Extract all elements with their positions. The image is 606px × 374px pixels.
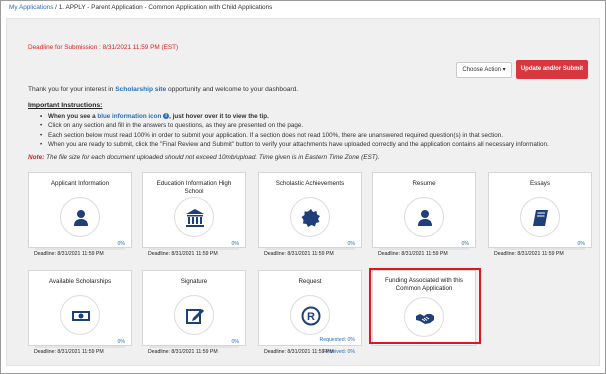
instruction-item: When you see a blue information icon i, … [40,112,602,122]
update-submit-button[interactable]: Update and/or Submit [516,60,588,79]
breadcrumb: My Applications / 1. APPLY - Parent Appl… [1,1,605,15]
card-deadline: Deadline: 8/31/2021 11:59 PM [264,349,334,355]
registered-icon: R [301,306,321,326]
instructions-title: Important Instructions: [28,102,103,109]
instruction-item: When you are ready to submit, click the … [40,140,602,150]
choose-action-dropdown[interactable]: Choose Action ▾ [456,62,512,78]
card-deadline: Deadline: 8/31/2021 11:59 PM [378,251,448,257]
instruction-1-blue: blue information icon [97,113,162,120]
progress-bar [495,248,585,250]
seal-icon [301,209,320,227]
card-title: Education Information High School [156,180,232,195]
card-icon-circle [60,197,100,237]
progress-percent: 0% [461,241,470,247]
instructions-list: When you see a blue information icon i, … [40,112,602,150]
card-deadline: Deadline: 8/31/2021 11:59 PM [34,349,104,355]
card-deadline: Deadline: 8/31/2021 11:59 PM [264,251,334,257]
book-icon [533,210,548,226]
progress-bar [149,346,239,348]
card-title: Applicant Information [50,180,110,187]
breadcrumb-my-applications-link[interactable]: My Applications [9,4,53,11]
card-title: Resume [412,180,436,187]
card-icon-circle [174,295,214,335]
card-scholastic-achievements[interactable]: Scholastic Achievements 0% [258,172,362,250]
progress-bar [35,248,125,250]
card-education-information[interactable]: Education Information High School 0% [142,172,246,250]
card-deadline: Deadline: 8/31/2021 11:59 PM [148,349,218,355]
card-icon-circle [290,197,330,237]
edit-icon [186,309,204,324]
card-icon-circle [174,197,214,237]
card-deadline: Deadline: 8/31/2021 11:59 PM [148,251,218,257]
person-icon [74,210,88,226]
requested-percent: Requested: 0% [319,337,355,343]
card-icon-circle [60,295,100,335]
person-icon [418,210,432,226]
welcome-before: Thank you for your interest in [28,86,116,93]
welcome-after: opportunity and welcome to your dashboar… [166,86,299,93]
progress-bar [149,248,239,250]
card-signature[interactable]: Signature 0% [142,270,246,348]
welcome-text: Thank you for your interest in Scholarsh… [28,86,298,93]
file-size-note: Note: The file size for each document up… [28,154,380,161]
card-icon-circle [520,197,560,237]
card-available-scholarships[interactable]: Available Scholarships 0% [28,270,132,348]
note-text: The file size for each document uploaded… [44,154,380,161]
card-request[interactable]: Request R Requested: 0% Received: 0% [258,270,362,355]
card-title: Scholastic Achievements [275,180,345,187]
card-deadline: Deadline: 8/31/2021 11:59 PM [34,251,104,257]
instruction-item: Each section below must read 100% in ord… [40,131,602,141]
card-title: Signature [180,278,208,285]
progress-percent: 0% [117,339,126,345]
card-icon-circle [404,197,444,237]
institution-icon [186,209,204,227]
progress-bar [379,248,469,250]
progress-bar [265,248,355,250]
instruction-item: Click on any section and fill in the ans… [40,121,602,131]
card-deadline: Deadline: 8/31/2021 11:59 PM [494,251,564,257]
progress-percent: 0% [231,339,240,345]
instruction-1-after: , just hover over it to view the tip. [169,113,269,120]
progress-percent: 0% [117,241,126,247]
money-icon [72,311,90,321]
submission-deadline: Deadline for Submission : 8/31/2021 11:5… [28,44,179,51]
svg-text:R: R [307,311,315,323]
note-label: Note: [28,154,45,161]
card-title: Essays [530,180,550,187]
progress-bar [35,346,125,348]
scholarship-site-link[interactable]: Scholarship site [115,86,166,93]
card-resume[interactable]: Resume 0% [372,172,476,250]
progress-percent: 0% [347,241,356,247]
progress-percent: 0% [577,241,586,247]
card-essays[interactable]: Essays 0% [488,172,592,250]
highlight-box [369,268,481,344]
card-applicant-information[interactable]: Applicant Information 0% [28,172,132,250]
instruction-1-before: When you see a [48,113,98,120]
progress-percent: 0% [231,241,240,247]
card-icon-circle: R [290,295,330,335]
card-title: Available Scholarships [48,278,112,285]
breadcrumb-current: / 1. APPLY - Parent Application - Common… [53,4,273,11]
card-title: Request [298,278,322,285]
